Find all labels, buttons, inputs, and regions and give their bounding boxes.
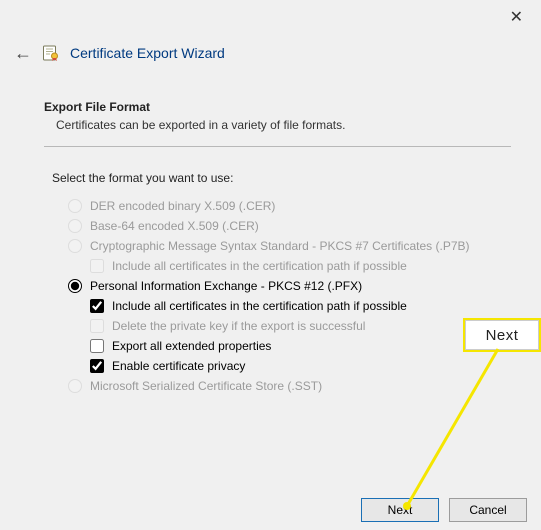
check-pfx-delete: Delete the private key if the export is …: [90, 319, 511, 333]
footer-buttons: Next Cancel: [361, 498, 527, 522]
check-pfx-extended[interactable]: Export all extended properties: [90, 339, 511, 353]
check-pfx-delete-input: [90, 319, 104, 333]
radio-der-label: DER encoded binary X.509 (.CER): [90, 199, 275, 213]
radio-sst-input: [68, 379, 82, 393]
section-subtext: Certificates can be exported in a variet…: [56, 118, 511, 132]
check-pfx-extended-input[interactable]: [90, 339, 104, 353]
radio-pfx-label: Personal Information Exchange - PKCS #12…: [90, 279, 362, 293]
radio-p7b: Cryptographic Message Syntax Standard - …: [68, 239, 511, 253]
wizard-body: Export File Format Certificates can be e…: [44, 100, 511, 399]
section-heading: Export File Format: [44, 100, 511, 114]
radio-sst-label: Microsoft Serialized Certificate Store (…: [90, 379, 322, 393]
radio-p7b-label: Cryptographic Message Syntax Standard - …: [90, 239, 470, 253]
next-button[interactable]: Next: [361, 498, 439, 522]
radio-der: DER encoded binary X.509 (.CER): [68, 199, 511, 213]
radio-base64-label: Base-64 encoded X.509 (.CER): [90, 219, 259, 233]
radio-pfx[interactable]: Personal Information Exchange - PKCS #12…: [68, 279, 511, 293]
check-p7b-include-label: Include all certificates in the certific…: [112, 259, 407, 273]
check-pfx-include-input[interactable]: [90, 299, 104, 313]
divider: [44, 146, 511, 147]
check-pfx-delete-label: Delete the private key if the export is …: [112, 319, 365, 333]
cancel-button[interactable]: Cancel: [449, 498, 527, 522]
check-pfx-privacy-label: Enable certificate privacy: [112, 359, 245, 373]
format-options: DER encoded binary X.509 (.CER) Base-64 …: [68, 199, 511, 393]
radio-der-input: [68, 199, 82, 213]
highlight-callout: Next: [463, 318, 541, 352]
radio-base64-input: [68, 219, 82, 233]
radio-pfx-input[interactable]: [68, 279, 82, 293]
radio-sst: Microsoft Serialized Certificate Store (…: [68, 379, 511, 393]
check-pfx-include-label: Include all certificates in the certific…: [112, 299, 407, 313]
certificate-icon: [42, 44, 60, 62]
wizard-window: ✕ ← Certificate Export Wizard Export Fil…: [0, 0, 541, 530]
radio-p7b-input: [68, 239, 82, 253]
check-pfx-privacy-input[interactable]: [90, 359, 104, 373]
check-p7b-include: Include all certificates in the certific…: [90, 259, 511, 273]
radio-base64: Base-64 encoded X.509 (.CER): [68, 219, 511, 233]
title-bar: ← Certificate Export Wizard: [14, 44, 527, 62]
check-pfx-privacy[interactable]: Enable certificate privacy: [90, 359, 511, 373]
callout-label: Next: [486, 327, 519, 344]
check-pfx-include[interactable]: Include all certificates in the certific…: [90, 299, 511, 313]
prompt-text: Select the format you want to use:: [52, 171, 511, 185]
check-p7b-include-input: [90, 259, 104, 273]
close-icon[interactable]: ✕: [504, 6, 529, 30]
back-arrow-icon[interactable]: ←: [14, 44, 32, 62]
wizard-title: Certificate Export Wizard: [70, 45, 225, 61]
check-pfx-extended-label: Export all extended properties: [112, 339, 271, 353]
